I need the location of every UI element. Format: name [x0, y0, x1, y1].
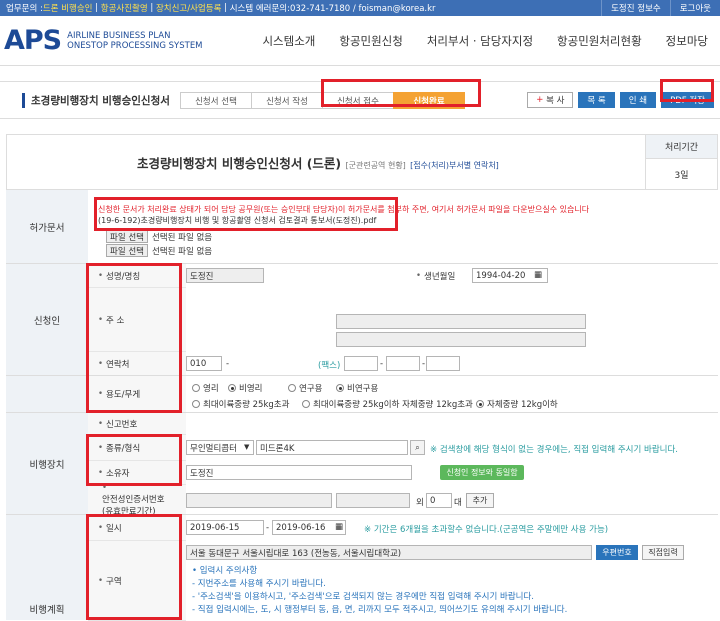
file-select-button[interactable]: 파일 선택: [106, 230, 148, 243]
owner-input[interactable]: 도정진: [186, 465, 412, 480]
logo[interactable]: APS AIRLINE BUSINESS PLAN ONESTOP PROCES…: [0, 25, 203, 56]
address-input-1[interactable]: [336, 314, 586, 329]
photo-link[interactable]: 항공사진촬영: [101, 2, 148, 14]
area-note-title: • 입력시 주의사항: [192, 566, 258, 576]
cert-label-line1: 안전성인증서번호: [102, 494, 165, 505]
address-input-2[interactable]: [336, 332, 586, 347]
nav-system-intro[interactable]: 시스템소개: [250, 33, 327, 49]
radio-weight-under12[interactable]: 자체중량 12kg이하: [476, 398, 558, 410]
period-value: 3일: [645, 159, 717, 190]
cert-count-select[interactable]: 0: [426, 493, 452, 508]
chevron-down-icon: ▼: [244, 443, 250, 451]
highlight-plan: [86, 514, 182, 620]
logo-line1: AIRLINE BUSINESS PLAN: [67, 30, 171, 41]
fax-input-1[interactable]: [344, 356, 378, 371]
file-status: 선택된 파일 없음: [151, 246, 213, 257]
cert-number-input[interactable]: [186, 493, 332, 508]
print-button[interactable]: 인 쇄: [619, 92, 657, 108]
file-select-button[interactable]: 파일 선택: [106, 244, 148, 257]
radio-research[interactable]: 연구용: [288, 382, 322, 394]
nav-info[interactable]: 정보마당: [654, 33, 720, 49]
radio-icon: [192, 384, 200, 392]
radio-icon: [288, 384, 296, 392]
highlight-pdf: [660, 79, 714, 102]
radio-nonprofit[interactable]: 비영리: [228, 382, 262, 394]
device-link[interactable]: 장치신고/사업등록: [156, 2, 221, 14]
type-note: ※ 검색창에 해당 형식이 없는 경우에는, 직접 입력해 주시기 바랍니다.: [430, 445, 678, 455]
logo-line2: ONESTOP PROCESSING SYSTEM: [67, 40, 203, 51]
logout-link[interactable]: 로그아웃: [669, 0, 720, 16]
direct-input-button[interactable]: 직접입력: [642, 545, 684, 560]
nav-assign[interactable]: 처리부서 · 담당자지정: [415, 33, 545, 49]
file-picker-2[interactable]: 파일 선택 선택된 파일 없음: [106, 244, 212, 257]
permit-label: 허가문서: [6, 190, 88, 263]
form-header: 초경량비행장치 비행승인신청서 (드론) [군관련공역 현황] [접수(처리)부…: [6, 134, 718, 190]
form-title: 초경량비행장치 비행승인신청서 (드론): [137, 156, 342, 171]
applicant-label: 신청인: [6, 264, 88, 375]
calendar-icon[interactable]: ▦: [335, 522, 343, 532]
model-input[interactable]: 미드론4K: [256, 440, 408, 455]
highlight-device: [86, 434, 182, 486]
date-note: ※ 기간은 6개월을 초과할수 없습니다.(군공역은 주말에만 사용 가능): [364, 525, 609, 535]
cert-expiry-input[interactable]: [336, 493, 410, 508]
top-bar: 업무문의 : 드론 비행승인 | 항공사진촬영 | 장치신고/사업등록 | 시스…: [0, 0, 720, 16]
highlight-permit: [94, 197, 398, 231]
file-status: 선택된 파일 없음: [151, 232, 213, 243]
zip-code-button[interactable]: 우편번호: [596, 545, 638, 560]
usage-label-empty: [6, 376, 88, 412]
name-input[interactable]: 도정진: [186, 268, 264, 283]
drone-link[interactable]: 드론 비행승인: [43, 2, 93, 14]
birth-label: 생년월일: [406, 264, 472, 288]
area-note-3: - 직접 입력시에는, 도, 시 행정부터 동, 읍, 면, 리까지 모두 적주…: [192, 605, 568, 615]
file-picker-1[interactable]: 파일 선택 선택된 파일 없음: [106, 230, 212, 243]
copy-button[interactable]: + 복 사: [527, 92, 574, 108]
area-note-1: - 지번주소를 사용해 주시기 바랍니다.: [192, 579, 326, 589]
plan-label: 비행계획: [6, 515, 88, 620]
fax-input-2[interactable]: [386, 356, 420, 371]
radio-weight-over25[interactable]: 최대이륙중량 25kg초과: [192, 398, 289, 410]
calendar-icon[interactable]: ▦: [534, 270, 542, 280]
logo-mark: APS: [4, 25, 62, 56]
cert-label: 안전성인증서번호 (유효만료기간): [88, 485, 186, 517]
fax-input-3[interactable]: [426, 356, 460, 371]
system-contact: 시스템 에러문의:032-741-7180 / foisman@korea.kr: [229, 4, 436, 14]
area-note-2: - '주소검색'을 이용하시고, '주소검색'으로 검색되지 않는 경우에만 직…: [192, 592, 535, 602]
list-button[interactable]: 목 록: [578, 92, 615, 108]
page-title: 초경량비행장치 비행승인신청서: [22, 92, 170, 108]
user-info-link[interactable]: 도정진 정보수: [601, 0, 670, 16]
radio-icon: [192, 400, 200, 408]
date-from-input[interactable]: 2019-06-15: [186, 520, 264, 535]
radio-profit[interactable]: 영리: [192, 382, 219, 394]
radio-icon: [336, 384, 344, 392]
device-label: 비행장치: [6, 413, 88, 514]
header: APS AIRLINE BUSINESS PLAN ONESTOP PROCES…: [0, 16, 720, 66]
period-label: 처리기간: [645, 135, 717, 159]
step-write: 신청서 작성: [251, 92, 323, 109]
nav-apply[interactable]: 항공민원신청: [327, 33, 414, 49]
same-as-applicant-button[interactable]: 신청인 정보와 동일함: [440, 465, 524, 480]
highlight-applicant: [86, 263, 182, 413]
reg-number-label: 신고번호: [88, 413, 186, 435]
step-select: 신청서 선택: [180, 92, 252, 109]
contact-label: 업무문의 :: [6, 4, 43, 14]
highlight-steps: [321, 79, 481, 107]
search-icon[interactable]: ⌕: [410, 440, 425, 455]
radio-nonresearch[interactable]: 비연구용: [336, 382, 378, 394]
radio-icon: [228, 384, 236, 392]
plus-icon: +: [536, 95, 544, 105]
fax-label: (팩스): [318, 361, 341, 371]
main-nav: 시스템소개 항공민원신청 처리부서 · 담당자지정 항공민원처리현황 정보마당: [250, 33, 720, 49]
nav-status[interactable]: 항공민원처리현황: [545, 33, 654, 49]
radio-icon: [476, 400, 484, 408]
radio-icon: [302, 400, 310, 408]
phone-input-1[interactable]: 010: [186, 356, 222, 371]
add-cert-button[interactable]: 추가: [466, 493, 494, 508]
dept-contact-link[interactable]: [접수(처리)부서별 연락처]: [410, 161, 499, 170]
area-input[interactable]: 서울 동대문구 서울시립대로 163 (전농동, 서울시립대학교): [186, 545, 592, 560]
military-airspace-link[interactable]: [군관련공역 현황]: [346, 161, 406, 170]
radio-weight-mid[interactable]: 최대이륙중량 25kg이하 자체중량 12kg초과: [302, 398, 473, 410]
